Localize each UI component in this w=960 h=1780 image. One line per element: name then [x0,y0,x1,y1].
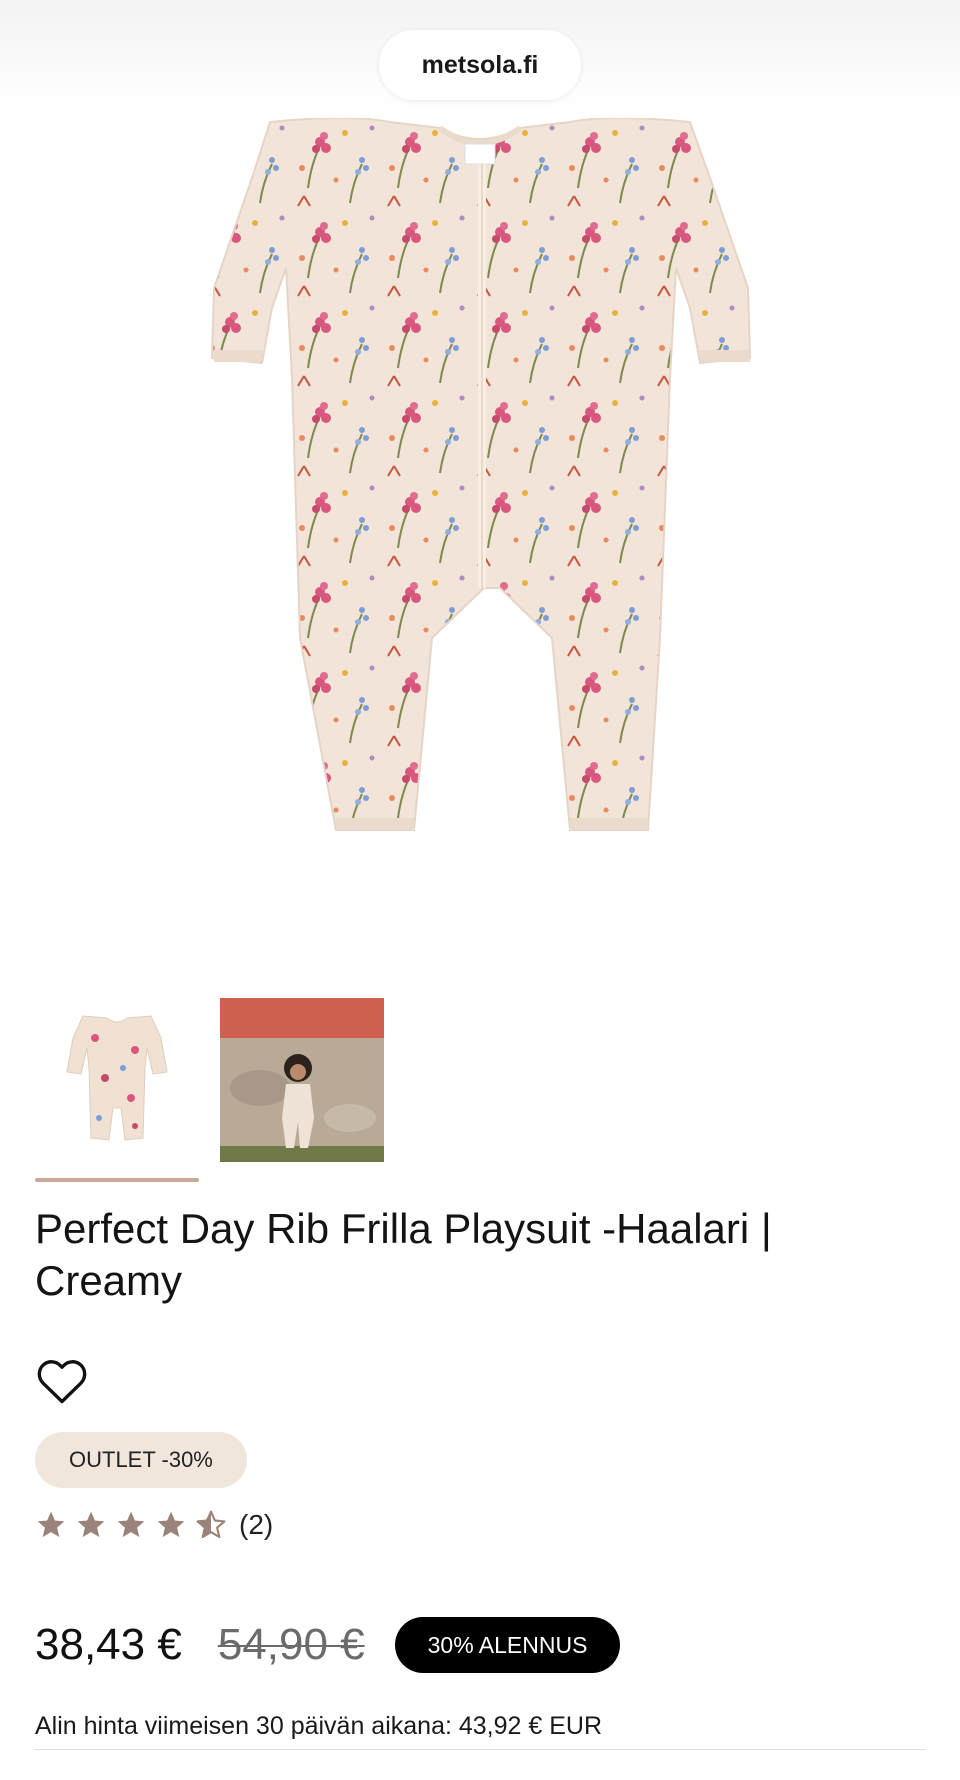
review-count[interactable]: (2) [239,1509,273,1541]
product-main-image[interactable] [200,118,760,948]
heart-outline-icon[interactable] [33,1352,91,1410]
outlet-badge: OUTLET -30% [35,1432,247,1488]
product-thumbnail[interactable] [35,998,199,1162]
current-price: 38,43 € [35,1620,182,1669]
original-price: 54,90 € [217,1620,365,1669]
lowest-price-note: Alin hinta viimeisen 30 päivän aikana: 4… [35,1712,603,1740]
url-field[interactable]: metsola.fi [379,30,581,100]
star-icon [77,1511,105,1537]
star-half-icon [196,1510,226,1539]
star-icon [37,1511,65,1537]
lifestyle-thumbnail[interactable] [220,998,384,1162]
price-row: 38,43 € 54,90 € 30% ALENNUS [35,1615,621,1675]
star-icon [157,1511,185,1537]
divider [35,1749,925,1750]
discount-badge: 30% ALENNUS [394,1617,621,1673]
browser-address-bar: metsola.fi [0,0,960,110]
product-title: Perfect Day Rib Frilla Playsuit -Haalari… [35,1205,772,1304]
star-icon [117,1511,145,1537]
thumbnail-selected-indicator [35,1178,199,1182]
star-rating[interactable]: (2) [35,1505,273,1545]
